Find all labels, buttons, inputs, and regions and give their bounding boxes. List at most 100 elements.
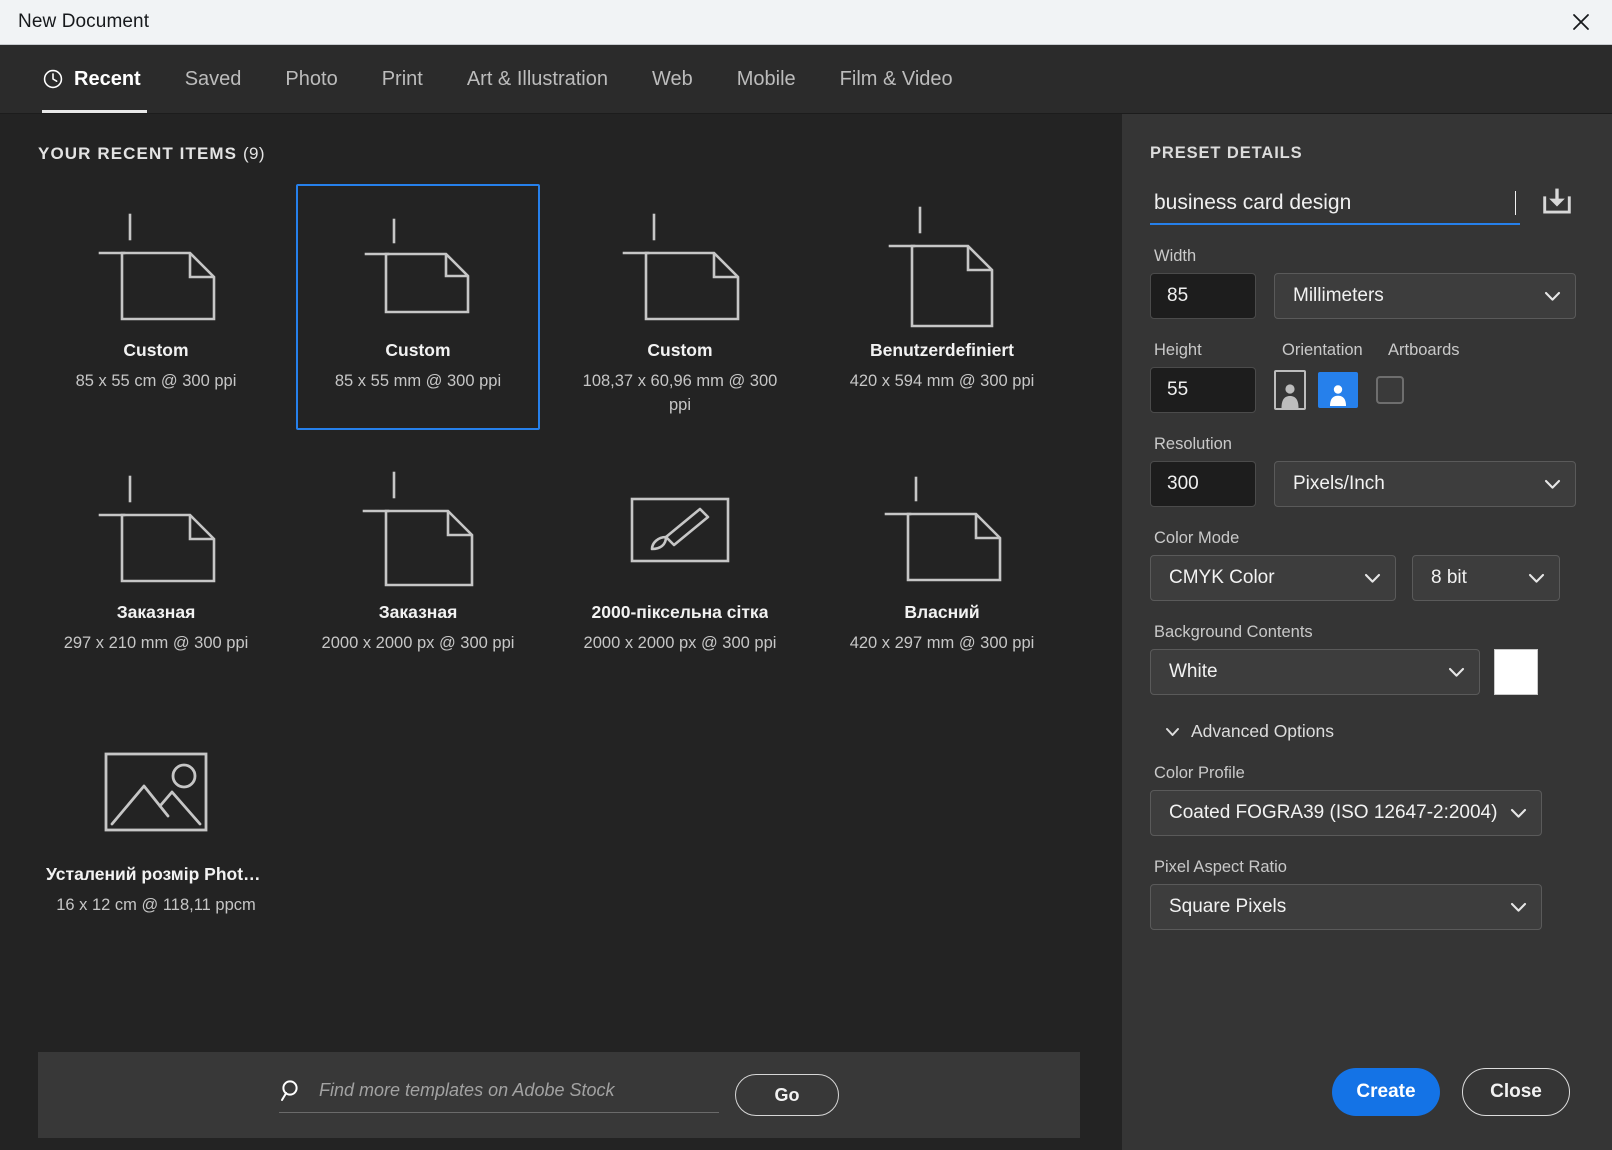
preset-name-field[interactable]: business card design: [1150, 191, 1520, 225]
preset-name-row: business card design: [1150, 185, 1576, 225]
height-orientation-row: [1150, 367, 1576, 413]
recent-item-dimensions: 85 x 55 mm @ 300 ppi: [334, 372, 502, 390]
resolution-unit-select[interactable]: Pixels/Inch: [1274, 461, 1576, 507]
advanced-options-toggle[interactable]: Advanced Options: [1154, 721, 1576, 742]
advanced-options-label: Advanced Options: [1191, 721, 1335, 741]
pixel-aspect-ratio-value: Square Pixels: [1169, 896, 1287, 917]
background-contents-label: Background Contents: [1154, 623, 1313, 641]
chevron-down-icon: [1448, 667, 1465, 677]
pixel-aspect-ratio-select[interactable]: Square Pixels: [1150, 884, 1542, 930]
chevron-down-icon: [1528, 573, 1545, 583]
width-row: Millimeters: [1150, 273, 1576, 319]
tab-print[interactable]: Print: [360, 45, 445, 113]
tab-print-label: Print: [381, 67, 423, 90]
recent-item-name: Benutzerdefiniert: [870, 340, 1014, 360]
stock-go-button[interactable]: Go: [735, 1074, 839, 1116]
recent-item-card[interactable]: Custom 108,37 x 60,96 mm @ 300 ppi: [558, 184, 802, 430]
tab-photo-label: Photo: [285, 67, 338, 90]
adobe-stock-search-bar: Go: [38, 1052, 1080, 1138]
category-tabbar: Recent Saved Photo Print Art & Illustrat…: [0, 45, 1612, 113]
recent-item-card[interactable]: Власний 420 x 297 mm @ 300 ppi: [820, 446, 1064, 692]
recent-items-count: (9): [242, 144, 265, 163]
close-button[interactable]: Close: [1462, 1068, 1570, 1116]
height-orientation-labels: Height Orientation Artboards: [1150, 319, 1576, 367]
close-window-button[interactable]: [1550, 0, 1612, 44]
chevron-down-icon: [1510, 808, 1527, 818]
tab-web-label: Web: [651, 67, 693, 90]
tab-recent[interactable]: Recent: [36, 45, 163, 113]
bit-depth-select[interactable]: 8 bit: [1412, 555, 1560, 601]
pixel-aspect-ratio-label: Pixel Aspect Ratio: [1154, 858, 1287, 876]
recent-items-grid: Custom 85 x 55 cm @ 300 ppi Custom 85 x …: [0, 164, 1122, 1150]
artboards-label: Artboards: [1388, 341, 1460, 359]
background-color-swatch[interactable]: [1494, 649, 1538, 695]
resolution-input[interactable]: [1150, 461, 1256, 507]
recent-item-dimensions: 85 x 55 cm @ 300 ppi: [75, 372, 237, 390]
tab-photo[interactable]: Photo: [263, 45, 359, 113]
recent-item-name: Заказная: [116, 602, 196, 622]
recent-item-dimensions: 297 x 210 mm @ 300 ppi: [63, 634, 249, 652]
color-mode-select[interactable]: CMYK Color: [1150, 555, 1396, 601]
tab-mobile[interactable]: Mobile: [715, 45, 818, 113]
tab-mobile-label: Mobile: [736, 67, 796, 90]
artboards-checkbox[interactable]: [1376, 376, 1404, 404]
width-label: Width: [1154, 247, 1197, 265]
recent-item-dimensions: 2000 x 2000 px @ 300 ppi: [321, 634, 515, 652]
background-contents-row: White: [1150, 649, 1576, 695]
recent-item-name: Custom: [123, 340, 189, 360]
preset-details-title: PRESET DETAILS: [1150, 144, 1303, 162]
recent-item-name: Власний: [904, 602, 980, 622]
recent-item-card[interactable]: 2000-піксельна сітка 2000 x 2000 px @ 30…: [558, 446, 802, 692]
create-button[interactable]: Create: [1332, 1068, 1440, 1116]
recent-item-dimensions: 2000 x 2000 px @ 300 ppi: [583, 634, 777, 652]
window-title: New Document: [18, 11, 150, 32]
tab-web[interactable]: Web: [630, 45, 715, 113]
recent-item-dimensions: 16 x 12 cm @ 118,11 ppcm: [56, 896, 256, 914]
stock-search-input[interactable]: [319, 1080, 719, 1101]
orientation-label: Orientation: [1282, 341, 1363, 359]
chevron-down-icon: [1544, 479, 1561, 489]
tab-art-illustration-label: Art & Illustration: [466, 67, 608, 90]
color-profile-value: Coated FOGRA39 (ISO 12647-2:2004): [1169, 802, 1498, 823]
width-unit-select[interactable]: Millimeters: [1274, 273, 1576, 319]
color-mode-value: CMYK Color: [1169, 567, 1275, 588]
height-input[interactable]: [1150, 367, 1256, 413]
recent-item-card[interactable]: Заказная 297 x 210 mm @ 300 ppi: [34, 446, 278, 692]
orientation-landscape-icon[interactable]: [1318, 372, 1358, 408]
recent-item-name: Custom: [647, 340, 713, 360]
tab-film-video-label: Film & Video: [839, 67, 953, 90]
recent-items-heading-label: YOUR RECENT ITEMS: [38, 144, 238, 163]
recent-item-card[interactable]: Custom 85 x 55 cm @ 300 ppi: [34, 184, 278, 430]
chevron-down-icon: [1364, 573, 1381, 583]
new-document-dialog: New Document Recent Saved Photo Print Ar…: [0, 0, 1612, 1150]
tab-saved[interactable]: Saved: [163, 45, 264, 113]
resolution-unit-value: Pixels/Inch: [1293, 473, 1385, 494]
recent-item-name: Усталений розмір Photos...: [46, 864, 266, 884]
tab-saved-label: Saved: [184, 67, 242, 90]
recent-item-card[interactable]: Заказная 2000 x 2000 px @ 300 ppi: [296, 446, 540, 692]
tab-recent-label: Recent: [74, 67, 141, 90]
document-landscape-icon: [822, 464, 1062, 596]
recent-items-panel: YOUR RECENT ITEMS (9) Custom 85 x 55 cm …: [0, 114, 1122, 1150]
color-profile-label: Color Profile: [1154, 764, 1245, 782]
background-contents-select[interactable]: White: [1150, 649, 1480, 695]
preset-name-value[interactable]: business card design: [1154, 191, 1514, 215]
tab-film-video[interactable]: Film & Video: [818, 45, 975, 113]
tab-art-illustration[interactable]: Art & Illustration: [445, 45, 630, 113]
document-landscape-icon: [560, 202, 800, 334]
chevron-down-icon: [1544, 291, 1561, 301]
resolution-row: Pixels/Inch: [1150, 461, 1576, 507]
width-input[interactable]: [1150, 273, 1256, 319]
document-landscape-icon: [36, 202, 276, 334]
recent-item-name: Custom: [385, 340, 451, 360]
recent-item-card[interactable]: Усталений розмір Photos... 16 x 12 cm @ …: [34, 708, 278, 954]
recent-item-card-selected[interactable]: Custom 85 x 55 mm @ 300 ppi: [296, 184, 540, 430]
document-landscape-icon: [298, 202, 538, 334]
save-preset-download-icon[interactable]: [1538, 185, 1576, 219]
search-field-wrapper[interactable]: [279, 1078, 719, 1113]
recent-item-card[interactable]: Benutzerdefiniert 420 x 594 mm @ 300 ppi: [820, 184, 1064, 430]
orientation-portrait-icon[interactable]: [1274, 370, 1306, 410]
preset-details-panel: PRESET DETAILS business card design Widt…: [1122, 114, 1612, 1150]
clock-icon: [43, 69, 63, 89]
color-profile-select[interactable]: Coated FOGRA39 (ISO 12647-2:2004): [1150, 790, 1542, 836]
